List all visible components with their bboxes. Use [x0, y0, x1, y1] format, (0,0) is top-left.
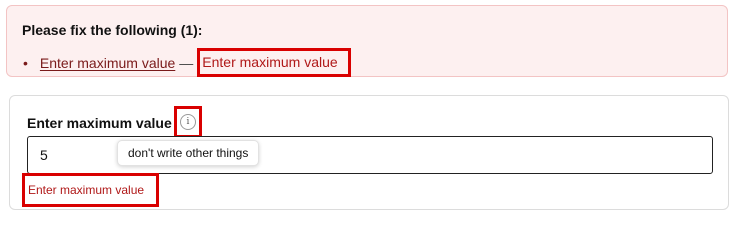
separator-dash: —	[179, 54, 194, 71]
info-icon[interactable]: i	[180, 114, 196, 130]
bullet: •	[23, 54, 28, 71]
error-summary-message: Enter maximum value	[197, 48, 351, 77]
field-card: Enter maximum value i don't write other …	[9, 95, 729, 210]
error-summary-link[interactable]: Enter maximum value	[40, 55, 175, 71]
field-error-message: Enter maximum value	[22, 173, 160, 207]
info-tooltip: don't write other things	[117, 140, 260, 166]
error-summary: Please fix the following (1): • Enter ma…	[6, 5, 728, 77]
error-summary-item: • Enter maximum value — Enter maximum va…	[23, 48, 351, 77]
info-icon-highlight: i	[174, 106, 202, 138]
error-summary-title: Please fix the following (1):	[22, 22, 203, 38]
field-label: Enter maximum value	[27, 115, 172, 131]
